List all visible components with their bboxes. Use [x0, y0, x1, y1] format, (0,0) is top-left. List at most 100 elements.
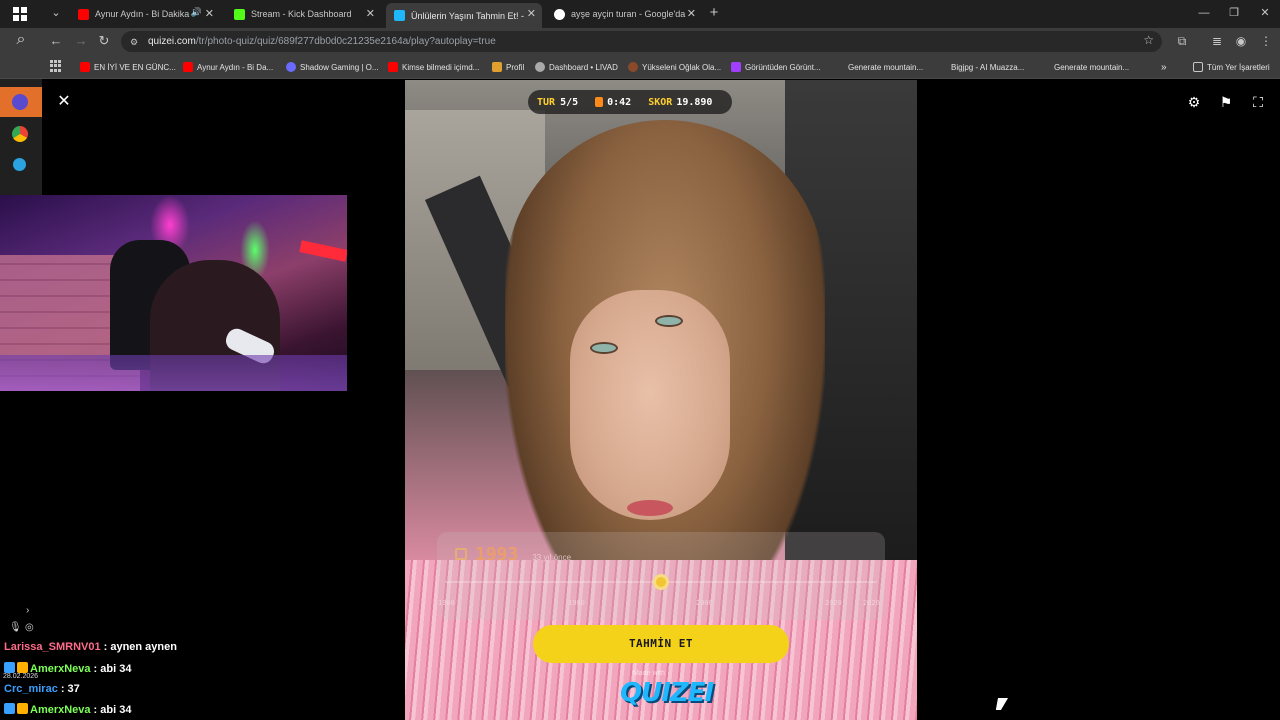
years-ago-text: 33 yıl önce [532, 553, 572, 562]
tab-quizei-active[interactable]: Ünlülerin Yaşını Tahmin Et! - Qu ✕ [386, 3, 542, 28]
url-host: quizei.com [148, 36, 196, 47]
google-icon [554, 8, 565, 20]
tab-bar: ⌄ Aynur Aydın - Bi Dakika - S 🔊 ✕ Stream… [0, 0, 1280, 28]
kick-icon [234, 8, 245, 20]
chat-date: 28.02.2026 [3, 673, 39, 680]
folder-icon [1193, 62, 1203, 72]
chat-message: Larissa_SMRNV01: aynen aynen [4, 641, 177, 653]
bookmarks-bar: EN İYİ VE EN GÜNC... Aynur Aydın - Bi Da… [0, 55, 1280, 79]
emote-badge-icon [17, 662, 28, 673]
bookmark-star-icon[interactable]: ☆ [1143, 33, 1154, 47]
back-icon[interactable]: ← [47, 32, 65, 50]
bookmark-item[interactable]: Dashboard • LIVAD [535, 60, 618, 74]
year-slider-handle[interactable] [653, 574, 669, 590]
submit-guess-button[interactable]: TAHMİN ET [533, 625, 789, 663]
reading-list-icon[interactable]: ≣ [1209, 33, 1225, 49]
new-tab-icon[interactable]: + [706, 4, 722, 22]
apps-grid-icon[interactable] [50, 60, 62, 72]
discord-icon [12, 94, 28, 110]
subscriber-badge-icon [4, 703, 15, 714]
close-tab-icon[interactable]: ✕ [527, 7, 536, 20]
quizei-logo[interactable]: QUIZEI [620, 678, 714, 708]
youtube-icon [78, 8, 89, 20]
chat-expand-chevron-icon[interactable]: › [26, 605, 29, 616]
settings-gear-icon[interactable]: ⚙ [1186, 94, 1202, 110]
bookmark-item[interactable]: Generate mountain... [848, 60, 923, 74]
astrology-icon [628, 62, 638, 72]
round-value: 5/5 [560, 96, 579, 108]
report-flag-icon[interactable]: ⚑ [1218, 94, 1234, 110]
youtube-icon [183, 62, 193, 72]
image-tool-icon [731, 62, 741, 72]
bookmark-item[interactable]: EN İYİ VE EN GÜNC... [80, 60, 176, 74]
menu-icon[interactable]: ⋮ [1258, 33, 1274, 49]
fullscreen-icon[interactable]: ⛶ [1250, 94, 1266, 110]
subscriber-badge-icon [4, 662, 15, 673]
streamer-webcam [0, 195, 347, 391]
score-label: SKOR [648, 96, 673, 108]
slider-tick-label: 2026 [863, 599, 880, 607]
slider-tick-label: 2020 [825, 599, 842, 607]
site-info-icon[interactable]: ⚙ [130, 36, 142, 48]
tab-youtube-music[interactable]: Aynur Aydın - Bi Dakika - S 🔊 ✕ [70, 3, 220, 25]
side-app-button[interactable] [0, 150, 42, 180]
close-quiz-icon[interactable]: ✕ [56, 94, 72, 110]
bookmark-item[interactable]: Bigjpg - AI Muazza... [951, 60, 1024, 74]
timer-value: 0:42 [607, 96, 632, 108]
slider-tick-label: 1980 [568, 599, 585, 607]
windows-start-icon[interactable] [13, 7, 27, 21]
bookmark-item[interactable]: Görüntüden Görünt... [731, 60, 821, 74]
profile-icon[interactable]: ◉ [1233, 33, 1249, 49]
all-bookmarks-folder[interactable]: Tüm Yer İşaretleri [1193, 60, 1270, 74]
bookmark-item[interactable]: Profil [492, 60, 524, 74]
close-window-icon[interactable]: ✕ [1255, 4, 1275, 22]
close-tab-icon[interactable]: ✕ [687, 7, 696, 20]
browser-toolbar: ← → ↻ ⚙ quizei.com/tr/photo-quiz/quiz/68… [0, 28, 1280, 55]
more-bookmarks-chevron-icon[interactable]: » [1161, 60, 1167, 74]
reload-icon[interactable]: ↻ [95, 32, 113, 50]
selected-year: 1993 [475, 544, 519, 565]
telegram-icon [13, 158, 26, 171]
made-with-text: Made with [633, 670, 665, 677]
slider-tick-label: 2000 [696, 599, 713, 607]
profile-bookmark-icon [492, 62, 502, 72]
emote-badge-icon [17, 703, 28, 714]
slider-tick-label: 1960 [438, 599, 455, 607]
tab-search-chevron-icon[interactable]: ⌄ [48, 5, 64, 21]
bookmark-item[interactable]: Aynur Aydın - Bi Da... [183, 60, 273, 74]
tab-google-search[interactable]: ayşe ayçin turan - Google'da A ✕ [546, 3, 702, 25]
close-tab-icon[interactable]: ✕ [205, 7, 214, 20]
quizei-favicon-icon [394, 10, 405, 21]
url-path: /tr/photo-quiz/quiz/689f277db0d0c21235e2… [195, 36, 496, 47]
mouse-cursor [995, 698, 1009, 710]
extensions-icon[interactable]: ⧉ [1174, 33, 1190, 49]
chat-message: AmerxNeva: abi 34 [4, 703, 131, 716]
bookmark-item[interactable]: Kimse bilmedi içimd... [388, 60, 479, 74]
side-app-button[interactable] [0, 87, 42, 117]
speaker-icon[interactable]: 🔊 [191, 7, 202, 18]
search-icon[interactable]: ⌕ [11, 31, 31, 51]
microphone-icon[interactable]: 🎙 [9, 622, 22, 633]
chrome-icon [12, 126, 28, 142]
game-status-bar: TUR 5/5 0:42 SKOR 19.890 [528, 90, 732, 114]
chat-message: Crc_mirac: 37 [4, 683, 80, 695]
gear-icon [535, 62, 545, 72]
calendar-icon [455, 548, 467, 560]
close-tab-icon[interactable]: ✕ [366, 7, 375, 20]
score-value: 19.890 [676, 96, 713, 108]
youtube-icon [388, 62, 398, 72]
camera-icon[interactable]: ◎ [25, 622, 34, 633]
minimize-icon[interactable]: — [1194, 4, 1214, 22]
side-app-button[interactable] [0, 119, 42, 149]
bookmark-item[interactable]: Generate mountain... [1054, 60, 1129, 74]
shadow-gaming-icon [286, 62, 296, 72]
bookmark-item[interactable]: Yükseleni Oğlak Ola... [628, 60, 721, 74]
forward-icon[interactable]: → [72, 32, 90, 50]
bookmark-item[interactable]: Shadow Gaming | O... [286, 60, 379, 74]
round-label: TUR [537, 96, 556, 108]
address-bar[interactable]: ⚙ quizei.com/tr/photo-quiz/quiz/689f277d… [121, 31, 1162, 52]
year-guess-panel: 1993 33 yıl önce 1960 1980 2000 2020 202… [437, 532, 885, 620]
celebrity-photo [405, 80, 917, 720]
restore-icon[interactable]: ❐ [1224, 4, 1244, 22]
tab-kick-dashboard[interactable]: Stream - Kick Dashboard ✕ [226, 3, 381, 25]
